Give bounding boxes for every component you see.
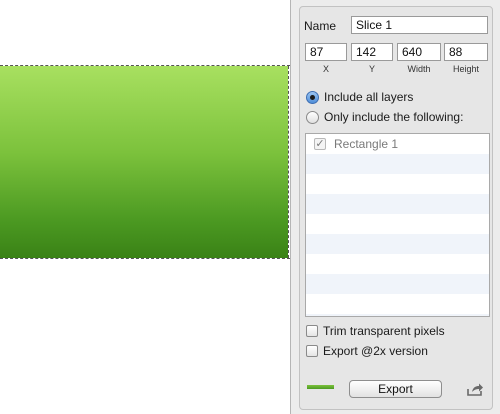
slice-color-swatch (307, 385, 334, 389)
x-input[interactable] (305, 43, 347, 61)
height-caption: Height (452, 64, 479, 74)
width-caption: Width (407, 64, 431, 74)
empty-row (306, 274, 489, 294)
slice-right-dashed-border (288, 66, 289, 258)
empty-row (306, 314, 489, 316)
slice-name-input[interactable] (351, 16, 488, 34)
slice-bottom-dashed-border (0, 258, 290, 259)
trim-transparent-label[interactable]: Trim transparent pixels (323, 324, 445, 338)
width-input[interactable] (397, 43, 441, 61)
only-include-following-label[interactable]: Only include the following: (324, 110, 463, 124)
list-item[interactable]: ✓ Rectangle 1 (306, 134, 489, 154)
empty-row (306, 194, 489, 214)
empty-row (306, 154, 489, 174)
layer-name: Rectangle 1 (334, 137, 399, 151)
include-all-layers-label[interactable]: Include all layers (324, 90, 413, 104)
only-include-following-radio[interactable] (306, 111, 319, 124)
y-input[interactable] (351, 43, 393, 61)
export-2x-checkbox[interactable] (306, 345, 318, 357)
height-input[interactable] (444, 43, 488, 61)
export-button[interactable]: Export (349, 380, 442, 398)
empty-row (306, 294, 489, 314)
empty-row (306, 254, 489, 274)
x-caption: X (322, 64, 329, 74)
include-all-layers-radio[interactable] (306, 91, 319, 104)
slice-top-dashed-border (0, 65, 290, 66)
empty-row (306, 214, 489, 234)
name-label: Name (304, 19, 337, 33)
empty-row (306, 174, 489, 194)
export-2x-label[interactable]: Export @2x version (323, 344, 428, 358)
layer-list[interactable]: ✓ Rectangle 1 (305, 133, 490, 317)
checkmark-icon[interactable]: ✓ (314, 138, 326, 150)
slice-region[interactable] (0, 66, 288, 258)
y-caption: Y (368, 64, 375, 74)
empty-row (306, 234, 489, 254)
share-icon[interactable] (466, 381, 484, 397)
trim-transparent-checkbox[interactable] (306, 325, 318, 337)
